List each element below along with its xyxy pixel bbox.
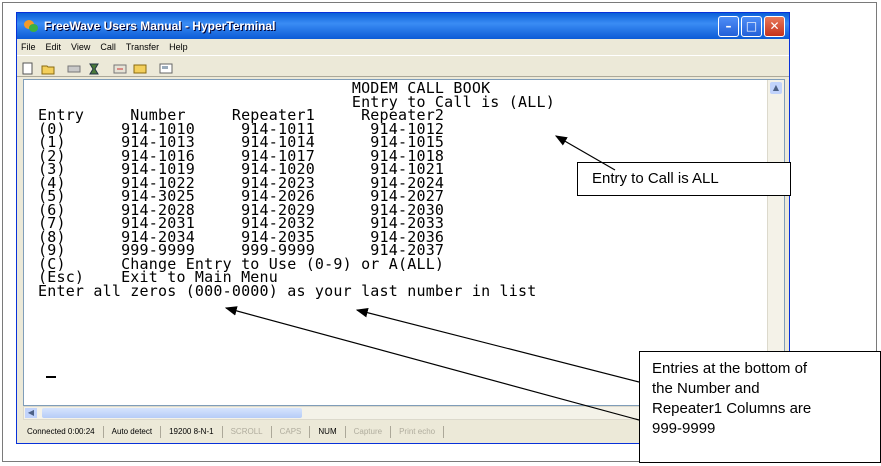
arrow-to-entry-to-call: [554, 135, 616, 171]
arrow-to-number-column: [224, 306, 640, 421]
arrow-to-repeater1-column: [355, 308, 640, 383]
annotation-arrows: [224, 135, 640, 421]
